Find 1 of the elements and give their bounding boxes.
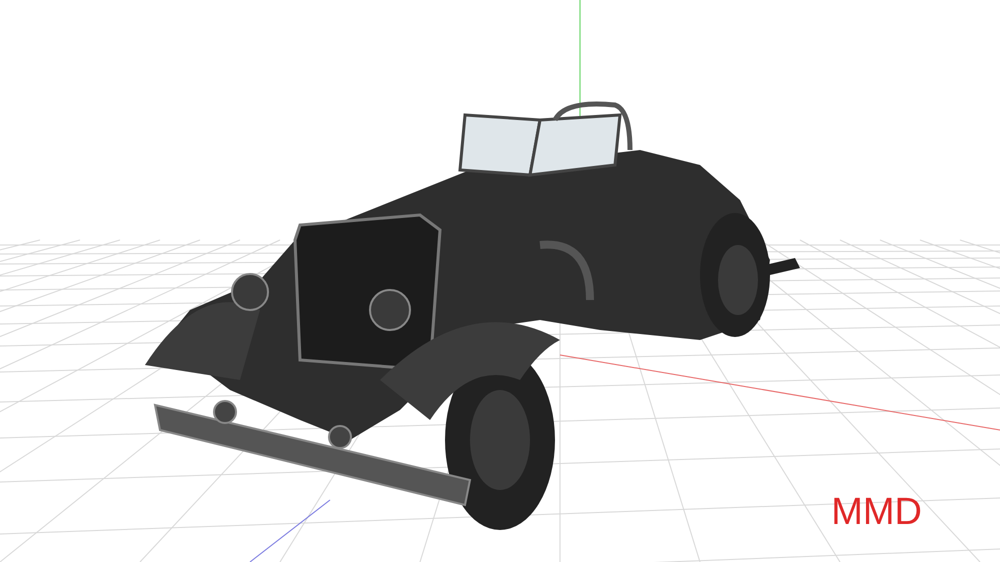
- viewport-label: MMD: [831, 493, 922, 531]
